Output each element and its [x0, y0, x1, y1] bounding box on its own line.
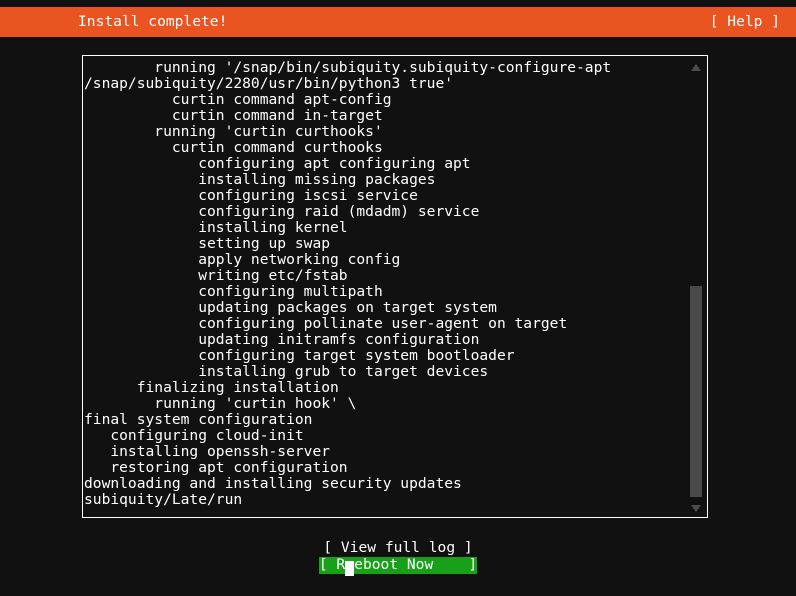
log-line: installing openssh-server	[84, 443, 331, 460]
log-line: curtin command curthooks	[84, 139, 383, 156]
log-line: restoring apt configuration	[84, 459, 348, 476]
log-line: /snap/subiquity/2280/usr/bin/python3 tru…	[84, 75, 454, 92]
scroll-up-arrow-icon[interactable]	[686, 59, 706, 75]
footer-buttons: [ View full log ] [ R eboot Now ]	[0, 540, 796, 576]
log-line: configuring multipath	[84, 283, 383, 300]
log-line: configuring iscsi service	[84, 187, 418, 204]
text-cursor	[345, 561, 355, 576]
scrollbar-thumb[interactable]	[690, 286, 702, 497]
scroll-down-arrow-icon[interactable]	[686, 500, 706, 516]
install-log-text: running '/snap/bin/subiquity.subiquity-c…	[83, 60, 688, 508]
triangle-down-icon	[691, 504, 701, 512]
log-line: finalizing installation	[84, 379, 339, 396]
install-log-panel[interactable]: running '/snap/bin/subiquity.subiquity-c…	[82, 55, 708, 518]
log-line: installing missing packages	[84, 171, 436, 188]
page-title: Install complete!	[78, 13, 228, 30]
log-line: apply networking config	[84, 251, 401, 268]
header-bar: Install complete! [ Help ]	[0, 7, 796, 37]
reboot-now-button[interactable]: [ R eboot Now ]	[318, 556, 478, 576]
triangle-up-icon	[691, 63, 701, 71]
log-line: subiquity/Late/run	[84, 491, 243, 508]
log-line: curtin command apt-config	[84, 91, 392, 108]
log-line: configuring pollinate user-agent on targ…	[84, 315, 568, 332]
log-line: writing etc/fstab	[84, 267, 348, 284]
log-line: configuring cloud-init	[84, 427, 304, 444]
log-line: configuring target system bootloader	[84, 347, 515, 364]
log-line: installing grub to target devices	[84, 363, 489, 380]
installer-screen: Install complete! [ Help ] running '/sna…	[0, 0, 796, 596]
log-scrollbar[interactable]	[686, 57, 706, 517]
log-line: configuring apt configuring apt	[84, 155, 471, 172]
log-line: running 'curtin hook' \	[84, 395, 357, 412]
log-line: running 'curtin curthooks'	[84, 123, 383, 140]
log-line: configuring raid (mdadm) service	[84, 203, 480, 220]
log-line: updating packages on target system	[84, 299, 497, 316]
log-line: final system configuration	[84, 411, 313, 428]
help-button[interactable]: [ Help ]	[710, 14, 780, 30]
log-line: setting up swap	[84, 235, 331, 252]
log-line: running '/snap/bin/subiquity.subiquity-c…	[84, 59, 612, 76]
log-line: updating initramfs configuration	[84, 331, 480, 348]
log-line: curtin command in-target	[84, 107, 383, 124]
view-full-log-button[interactable]: [ View full log ]	[323, 540, 472, 557]
log-line: installing kernel	[84, 219, 348, 236]
reboot-button-suffix: eboot Now ]	[354, 556, 478, 573]
log-line: downloading and installing security upda…	[84, 475, 462, 492]
reboot-button-prefix: [ R	[318, 556, 346, 573]
